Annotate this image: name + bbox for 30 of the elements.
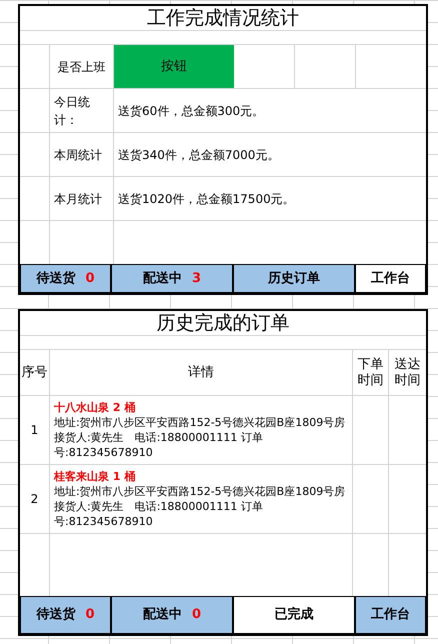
tab[interactable]: 历史订单	[233, 264, 355, 293]
column-header: 序号	[22, 364, 48, 382]
address-text: 地址:贺州市八步区平安西路152-5号德兴花园B座1809号房	[54, 484, 346, 499]
on-duty-button[interactable]: 按钮	[114, 45, 234, 88]
table-cell-text: 1	[30, 422, 38, 439]
column-header: 下单时间	[356, 356, 384, 388]
panel-title: 工作完成情况统计	[147, 7, 299, 29]
stat-label: 本月统计	[54, 190, 102, 208]
tab[interactable]: 配送中 3	[111, 264, 233, 293]
stat-value: 送货1020件，总金额17500元。	[118, 190, 295, 208]
product-name: 十八水山泉 2 桶	[54, 400, 136, 415]
contact-text: 接货人:黄先生 电话:18800001111 订单号:812345678910	[54, 499, 264, 529]
stat-label: 今日统计：	[54, 94, 91, 128]
contact-text: 接货人:黄先生 电话:18800001111 订单号:812345678910	[54, 430, 264, 460]
tab[interactable]: 已完成	[233, 596, 355, 634]
panel-title: 历史完成的订单	[156, 312, 290, 334]
product-name: 桂客来山泉 1 桶	[54, 469, 136, 484]
column-header: 详情	[188, 364, 214, 382]
tab[interactable]: 待送货 0	[20, 596, 111, 634]
stat-label: 本周统计	[54, 146, 102, 164]
tab[interactable]: 工作台	[355, 596, 426, 634]
tab[interactable]: 工作台	[355, 264, 426, 293]
tab[interactable]: 待送货 0	[20, 264, 111, 293]
field-label: 是否上班	[58, 58, 106, 76]
stat-value: 送货340件，总金额7000元。	[118, 146, 280, 164]
stat-value: 送货60件，总金额300元。	[118, 102, 264, 120]
address-text: 地址:贺州市八步区平安西路152-5号德兴花园B座1809号房	[54, 415, 346, 430]
table-cell-text: 2	[30, 491, 38, 508]
column-header: 送达时间	[394, 356, 422, 388]
tab[interactable]: 配送中 0	[111, 596, 233, 634]
